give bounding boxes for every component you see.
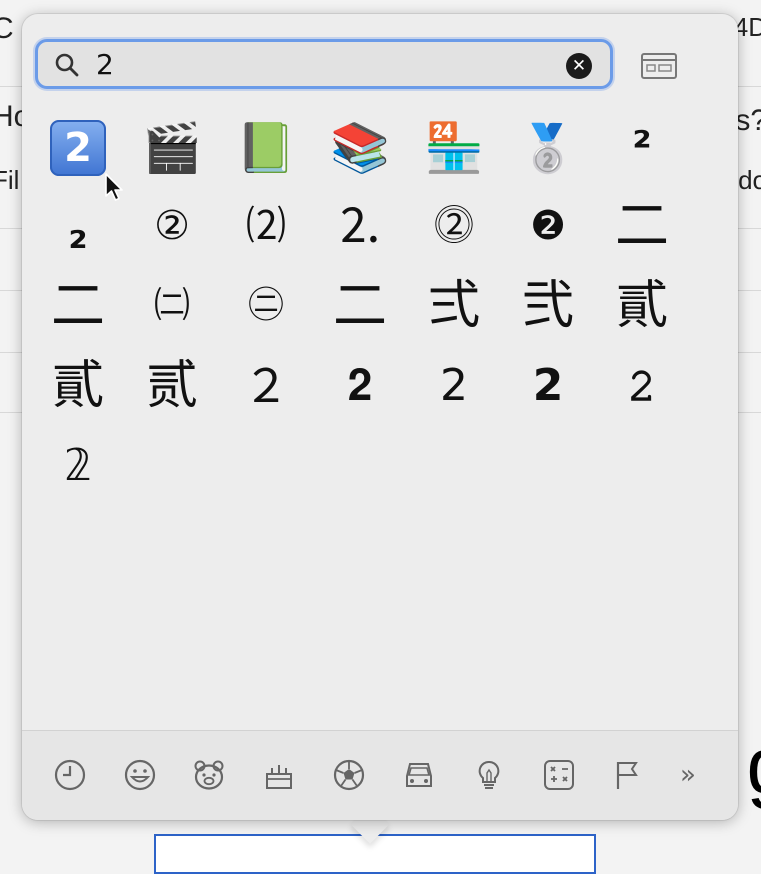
result-fullwidth-2[interactable]: ２: [219, 346, 313, 426]
books-icon: 📚: [330, 124, 390, 172]
result-math-sans-bold-2[interactable]: 𝟮: [501, 346, 595, 426]
smiley-icon: [123, 758, 157, 792]
category-activity[interactable]: [329, 757, 369, 793]
result-double-circled-2[interactable]: ⓶: [407, 186, 501, 266]
soccer-ball-icon: [332, 758, 366, 792]
keycap-2-glyph: 2: [64, 128, 92, 168]
result-math-mono-2[interactable]: 𝟸: [595, 346, 689, 426]
search-input[interactable]: [96, 48, 536, 80]
glyph: ⑵: [246, 206, 286, 246]
category-objects[interactable]: [469, 757, 509, 793]
bg-text-field[interactable]: [154, 834, 596, 874]
result-circled-2[interactable]: ②: [125, 186, 219, 266]
mouse-pointer-icon: [104, 172, 126, 204]
result-double-struck-2[interactable]: 𝟚: [31, 426, 125, 506]
character-viewer-button[interactable]: [640, 52, 678, 80]
glyph: 弍: [428, 280, 480, 332]
result-math-sans-2[interactable]: 𝟤: [407, 346, 501, 426]
result-books[interactable]: 📚: [313, 108, 407, 188]
bear-icon: [192, 758, 226, 792]
glyph: 𝟐: [348, 364, 372, 408]
glyph: ⓶: [434, 206, 474, 246]
more-categories-button[interactable]: »: [668, 757, 708, 793]
glyph: 貳: [52, 360, 104, 412]
result-kangxi-radical-two[interactable]: ⼆: [313, 266, 407, 346]
emoji-picker-popover: ✕ 2 🎬 📗 📚 🏪 🥈 ² ₂ ② ⑵ ⒉ ⓶ ❷ 二 二 ㈡ ㊁ ⼆ 弍 …: [22, 14, 738, 820]
bg-fragment: s?: [735, 104, 761, 138]
result-green-book[interactable]: 📗: [219, 108, 313, 188]
result-parenthesized-2[interactable]: ⑵: [219, 186, 313, 266]
category-food[interactable]: [259, 757, 299, 793]
result-superscript-2[interactable]: ²: [595, 108, 689, 188]
glyph: ₂: [68, 212, 87, 256]
result-convenience-store[interactable]: 🏪: [407, 108, 501, 188]
silver-medal-icon: 🥈: [519, 125, 576, 171]
glyph: ⼆: [333, 279, 387, 333]
result-cjk-two-formal-2[interactable]: 貳: [31, 346, 125, 426]
result-silver-medal[interactable]: 🥈: [501, 108, 595, 188]
glyph: 貳: [616, 280, 668, 332]
result-cjk-two-variant[interactable]: 弍: [407, 266, 501, 346]
green-book-icon: 📗: [236, 124, 296, 172]
flag-icon: [611, 758, 645, 792]
magnifier-icon: [54, 52, 80, 78]
glyph: ❷: [530, 206, 566, 246]
bg-big-glyph: g: [747, 720, 761, 812]
result-digit-2-full-stop[interactable]: ⒉: [313, 186, 407, 266]
symbols-icon: [542, 758, 576, 792]
glyph: 𝟤: [440, 364, 468, 408]
category-travel[interactable]: [399, 757, 439, 793]
result-cjk-two-formal[interactable]: 貳: [595, 266, 689, 346]
glyph: 贰: [146, 360, 198, 412]
result-parenthesized-ideograph-two[interactable]: ㈡: [125, 266, 219, 346]
glyph: ②: [154, 206, 190, 246]
glyph: ⒉: [336, 202, 384, 250]
glyph: 𝟸: [628, 364, 656, 408]
result-math-bold-2[interactable]: 𝟐: [313, 346, 407, 426]
category-flags[interactable]: [608, 757, 648, 793]
glyph: 𝟮: [533, 364, 564, 408]
category-frequently-used[interactable]: [50, 757, 90, 793]
result-subscript-2[interactable]: ₂: [31, 194, 125, 274]
result-negative-circled-2[interactable]: ❷: [501, 186, 595, 266]
more-label: »: [680, 760, 696, 790]
glyph: 二: [615, 199, 669, 253]
glyph: 弐: [522, 280, 574, 332]
result-cjk-two-compat[interactable]: 二: [31, 266, 125, 346]
category-symbols[interactable]: [539, 757, 579, 793]
result-circled-ideograph-two[interactable]: ㊁: [219, 266, 313, 346]
glyph: 二: [51, 279, 105, 333]
result-clapper-board[interactable]: 🎬: [125, 108, 219, 188]
glyph: ²: [632, 126, 651, 170]
bg-fragment: Fil: [0, 165, 19, 196]
lightbulb-icon: [472, 758, 506, 792]
glyph: ２: [243, 363, 289, 409]
search-field[interactable]: ✕: [35, 39, 613, 89]
clapper-board-icon: 🎬: [142, 124, 202, 172]
clear-search-button[interactable]: ✕: [566, 53, 592, 79]
glyph: ㈡: [154, 288, 190, 324]
category-animals[interactable]: [189, 757, 229, 793]
result-cjk-two[interactable]: 二: [595, 186, 689, 266]
glyph: ㊁: [248, 288, 284, 324]
result-cjk-two-variant-2[interactable]: 弐: [501, 266, 595, 346]
car-icon: [402, 758, 436, 792]
convenience-store-icon: 🏪: [424, 124, 484, 172]
clock-icon: [53, 758, 87, 792]
cake-icon: [262, 758, 296, 792]
category-smileys[interactable]: [120, 757, 160, 793]
result-cjk-two-simplified[interactable]: 贰: [125, 346, 219, 426]
bg-fragment: do: [738, 165, 761, 196]
glyph: 𝟚: [64, 444, 92, 488]
bg-fragment: C: [0, 12, 14, 46]
